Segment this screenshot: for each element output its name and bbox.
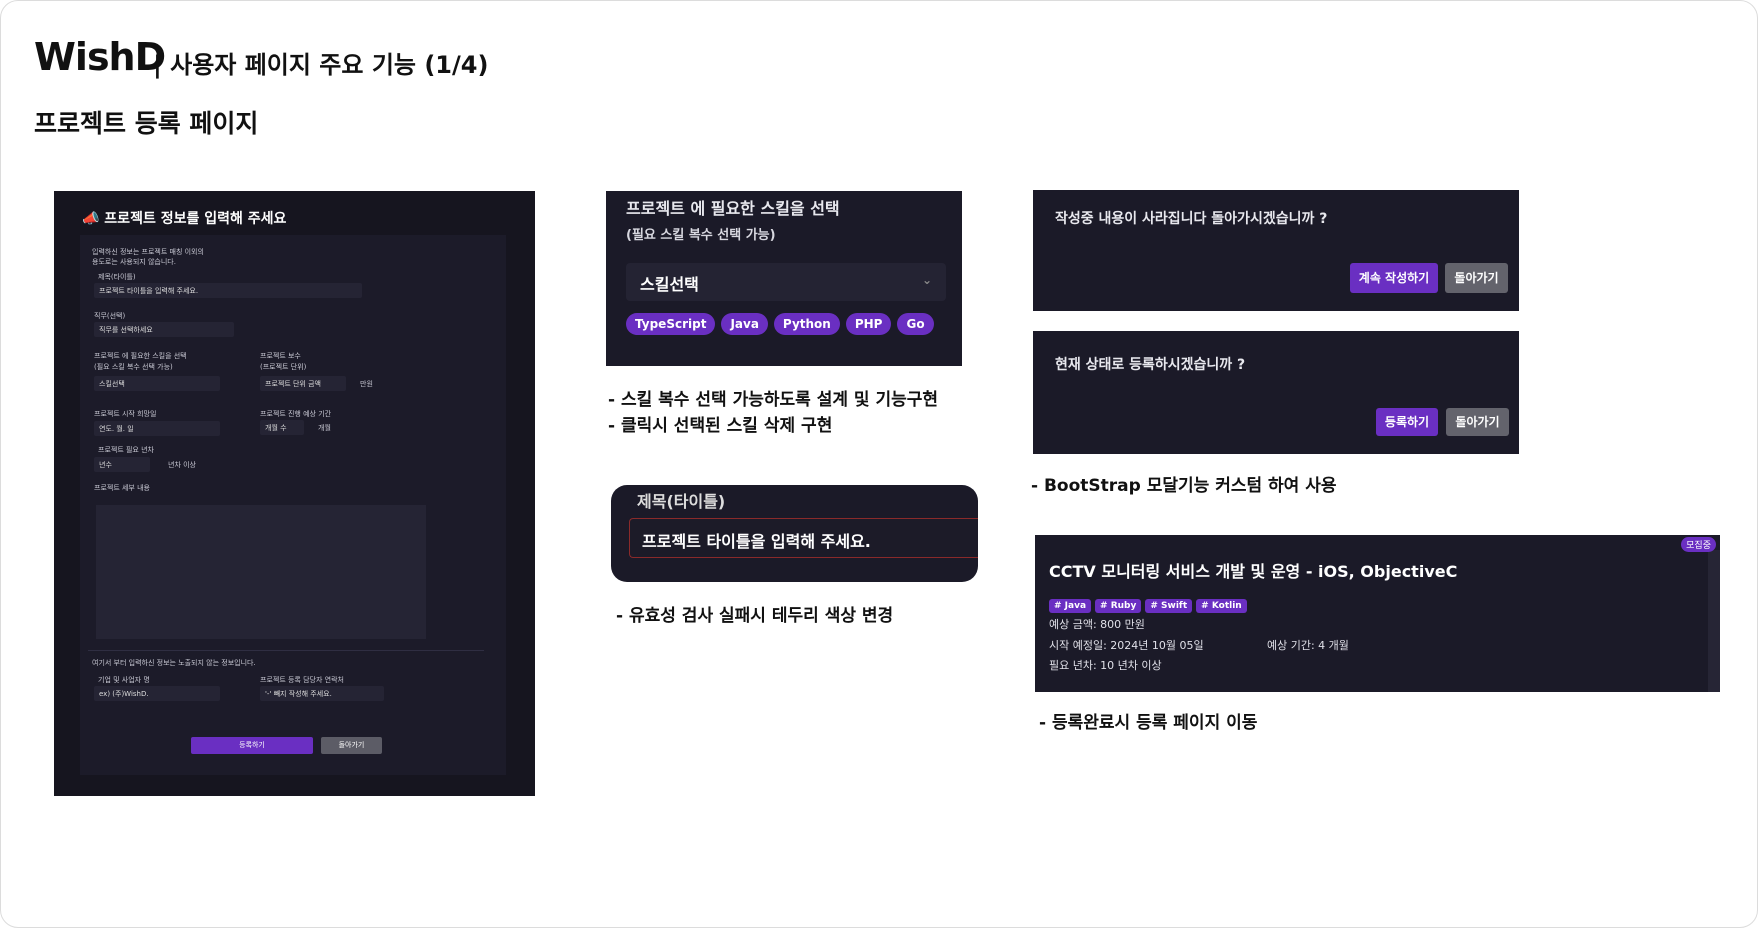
card-tag: # Kotlin [1196,599,1247,613]
leave-confirm-modal: 작성중 내용이 사라집니다 돌아가시겠습니까 ? 계속 작성하기 돌아가기 [1033,190,1519,311]
title-invalid-input[interactable]: 프로젝트 타이틀을 입력해 주세요. [629,518,978,558]
selected-skills: TypeScript Java Python PHP Go [626,313,940,335]
form-submit-button[interactable]: 등록하기 [191,737,313,754]
period-field-label: 프로젝트 진행 예상 기간 [260,410,332,418]
pay-field-label: 프로젝트 보수 [260,352,301,360]
private-notice: 여기서 부터 입력하신 정보는 노출되지 않는 정보입니다. [92,659,256,667]
form-notice-2: 용도로는 사용되지 않습니다. [92,258,176,266]
title-field-label: 제목(타이틀) [98,273,136,281]
years-input[interactable]: 년수 [94,457,150,472]
form-title: 📣 프로젝트 정보를 입력해 주세요 [82,211,287,227]
pay-input[interactable]: 프로젝트 단위 금액 [260,376,346,391]
register-button[interactable]: 등록하기 [1376,408,1438,436]
form-body: 입력하신 정보는 프로젝트 매칭 이외의 용도로는 사용되지 않습니다. 제목(… [80,235,506,775]
period-unit: 개월 [318,424,331,432]
detail-field-label: 프로젝트 세부 내용 [94,484,150,492]
form-divider [88,650,484,651]
form-back-button[interactable]: 돌아가기 [321,737,382,754]
title-panel-label: 제목(타이틀) [637,492,726,511]
pay-field-sub: (프로젝트 단위) [260,363,307,371]
project-form-screenshot: 📣 프로젝트 정보를 입력해 주세요 입력하신 정보는 프로젝트 매칭 이외의 … [54,191,535,796]
recruiting-badge: 모집중 [1681,537,1716,552]
slide-frame: WishD | 사용자 페이지 주요 기능 (1/4) 프로젝트 등록 페이지 … [0,0,1758,928]
company-input[interactable]: ex) (주)WishD. [94,686,220,701]
leave-modal-text: 작성중 내용이 사라집니다 돌아가시겠습니까 ? [1055,211,1328,227]
card-scroll-strip [1708,550,1720,692]
register-modal-text: 현재 상태로 등록하시겠습니까 ? [1055,357,1246,373]
skill-chip[interactable]: Java [721,313,768,335]
period-input[interactable]: 개월 수 [260,420,304,435]
skill-chip[interactable]: TypeScript [626,313,716,335]
company-field-label: 기업 및 사업자 명 [98,676,150,684]
job-field-label: 직무(선택) [94,312,126,320]
register-confirm-modal: 현재 상태로 등록하시겠습니까 ? 등록하기 돌아가기 [1033,331,1519,454]
skill-dropdown[interactable]: 스킬선택 ⌄ [626,263,946,301]
contact-field-label: 프로젝트 등록 담당자 연락처 [260,676,344,684]
brand-logo: WishD [34,35,166,79]
modal-note: - BootStrap 모달기능 커스텀 하여 사용 [1031,476,1337,496]
years-field-label: 프로젝트 필요 년차 [98,446,154,454]
skill-chip[interactable]: Go [897,313,934,335]
skill-field-sub: (필요 스킬 복수 선택 가능) [94,363,173,371]
card-amount: 예상 금액: 800 만원 [1049,618,1145,631]
card-tags: # Java # Ruby # Swift # Kotlin [1049,593,1251,613]
page-title: | 사용자 페이지 주요 기능 (1/4) [153,51,489,79]
skill-select[interactable]: 스킬선택 [94,376,220,391]
title-validation-screenshot: 제목(타이틀) 프로젝트 타이틀을 입력해 주세요. [611,485,978,582]
chevron-down-icon: ⌄ [921,273,932,287]
skill-panel-title: 프로젝트 에 필요한 스킬을 선택 [626,199,840,218]
card-tag: # Java [1049,599,1092,613]
detail-textarea[interactable] [96,505,426,639]
skill-note-2: - 클릭시 선택된 스킬 삭제 구현 [608,416,833,436]
skill-chip[interactable]: Python [773,313,840,335]
validation-note: - 유효성 검사 실패시 테두리 색상 변경 [616,606,894,626]
card-note: - 등록완료시 등록 페이지 이동 [1039,713,1258,733]
project-card[interactable]: 모집중 CCTV 모니터링 서비스 개발 및 운영 - iOS, Objecti… [1035,535,1720,692]
start-field-label: 프로젝트 시작 희망일 [94,410,157,418]
continue-writing-button[interactable]: 계속 작성하기 [1350,263,1438,293]
start-date-input[interactable]: 연도. 월. 일 [94,421,220,436]
contact-input[interactable]: '-' 빼지 작성해 주세요. [260,686,384,701]
card-tag: # Swift [1145,599,1193,613]
skill-panel-subtitle: (필요 스킬 복수 선택 가능) [626,228,776,243]
job-select[interactable]: 직무를 선택하세요 [94,322,234,337]
leave-back-button[interactable]: 돌아가기 [1445,263,1508,293]
card-title: CCTV 모니터링 서비스 개발 및 운영 - iOS, ObjectiveC [1049,562,1458,581]
title-field[interactable]: 프로젝트 타이틀을 입력해 주세요. [94,283,362,298]
skill-field-label: 프로젝트 에 필요한 스킬을 선택 [94,352,187,360]
pay-unit: 만원 [360,380,373,388]
register-back-button[interactable]: 돌아가기 [1446,408,1509,436]
card-period: 예상 기간: 4 개월 [1267,639,1349,652]
card-tag: # Ruby [1095,599,1142,613]
section-title: 프로젝트 등록 페이지 [34,109,259,138]
skill-picker-screenshot: 프로젝트 에 필요한 스킬을 선택 (필요 스킬 복수 선택 가능) 스킬선택 … [606,191,962,366]
card-years: 필요 년차: 10 년차 이상 [1049,659,1162,672]
card-start-date: 시작 예정일: 2024년 10월 05일 [1049,639,1204,652]
skill-dropdown-label: 스킬선택 [640,275,699,294]
years-unit: 년차 이상 [168,461,196,469]
form-notice-1: 입력하신 정보는 프로젝트 매칭 이외의 [92,248,204,256]
skill-chip[interactable]: PHP [845,313,892,335]
skill-note-1: - 스킬 복수 선택 가능하도록 설계 및 기능구현 [608,390,939,410]
